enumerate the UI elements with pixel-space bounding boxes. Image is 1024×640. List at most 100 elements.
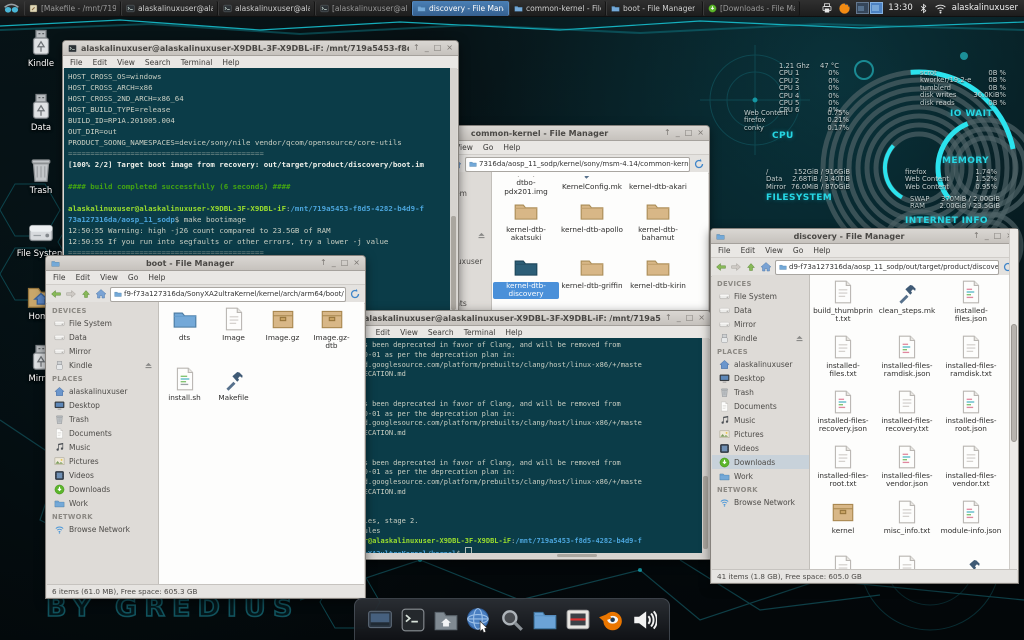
file-item[interactable]: Image.gz-dtb bbox=[307, 304, 356, 364]
taskbar-button[interactable]: [Makefile - /mnt/719a... bbox=[24, 1, 121, 16]
firefox-icon[interactable] bbox=[838, 2, 851, 15]
menu-item-edit[interactable]: Edit bbox=[71, 273, 96, 282]
file-item[interactable]: KernelConfig.mk bbox=[559, 174, 625, 196]
taskbar-button[interactable]: common-kernel - File... bbox=[509, 1, 606, 16]
home-button[interactable] bbox=[760, 261, 772, 273]
taskbar-button[interactable]: discovery - File Mana... bbox=[412, 1, 509, 16]
terminal-scrollbar[interactable] bbox=[450, 68, 457, 315]
menu-item-terminal[interactable]: Terminal bbox=[176, 58, 218, 67]
file-item[interactable]: installed-files-ramdisk.txt bbox=[939, 332, 1003, 387]
shade-button[interactable]: ↑ bbox=[973, 232, 980, 240]
file-item[interactable]: kernel-dtb-akatsuki bbox=[493, 196, 559, 252]
file-item[interactable]: Image.gz bbox=[258, 304, 307, 364]
menu-item-view[interactable]: View bbox=[760, 246, 788, 255]
sidebar-item-file-system[interactable]: File System bbox=[47, 316, 158, 330]
file-item[interactable] bbox=[939, 552, 1003, 570]
sidebar-item-music[interactable]: Music bbox=[47, 440, 158, 454]
shade-button[interactable]: ↑ bbox=[665, 314, 672, 322]
minimize-button[interactable]: _ bbox=[985, 232, 989, 240]
menu-item-edit[interactable]: Edit bbox=[371, 328, 396, 337]
menu-item-help[interactable]: Help bbox=[217, 58, 244, 67]
file-item[interactable]: dts bbox=[160, 304, 209, 364]
sidebar-item-browse-network[interactable]: Browse Network bbox=[47, 522, 158, 536]
sidebar-item-data[interactable]: Data bbox=[47, 330, 158, 344]
sidebar-item-mirror[interactable]: Mirror bbox=[712, 317, 809, 331]
forward-button[interactable] bbox=[65, 288, 77, 300]
menu-item-go[interactable]: Go bbox=[123, 273, 143, 282]
menu-item-help[interactable]: Help bbox=[500, 328, 527, 337]
titlebar[interactable]: boot - File Manager ↑_□× bbox=[46, 256, 365, 271]
menu-item-help[interactable]: Help bbox=[498, 143, 525, 152]
taskbar-button[interactable]: [Downloads - File Ma... bbox=[703, 1, 800, 16]
file-item[interactable]: Image bbox=[209, 304, 258, 364]
sidebar-item-alaskalinuxuser[interactable]: alaskalinuxuser bbox=[47, 384, 158, 398]
menu-item-file[interactable]: File bbox=[713, 246, 736, 255]
back-button[interactable] bbox=[50, 288, 62, 300]
terminal-output[interactable]: has been deprecated in favor of Clang, a… bbox=[347, 338, 709, 553]
sidebar-item-kindle[interactable]: Kindle bbox=[712, 331, 809, 345]
maximize-button[interactable]: □ bbox=[994, 232, 1002, 240]
sidebar-item-downloads[interactable]: Downloads bbox=[47, 482, 158, 496]
titlebar[interactable]: alaskalinuxuser@alaskalinuxuser-X9DBL-3F… bbox=[63, 41, 458, 56]
menu-item-view[interactable]: View bbox=[395, 328, 423, 337]
file-item[interactable]: kernel-dtb-kirin bbox=[625, 252, 691, 308]
sidebar-item-data[interactable]: Data bbox=[712, 303, 809, 317]
network-icon[interactable] bbox=[934, 2, 947, 15]
dock-show-desktop-icon[interactable] bbox=[367, 607, 393, 633]
menu-item-edit[interactable]: Edit bbox=[736, 246, 761, 255]
maximize-button[interactable]: □ bbox=[685, 129, 693, 137]
maximize-button[interactable]: □ bbox=[341, 259, 349, 267]
applications-menu-icon[interactable] bbox=[4, 1, 19, 16]
file-item[interactable]: Makefile bbox=[209, 364, 258, 424]
home-button[interactable] bbox=[95, 288, 107, 300]
sidebar-item-alaskalinuxuser[interactable]: alaskalinuxuser bbox=[712, 357, 809, 371]
file-item[interactable]: installed-files.txt bbox=[811, 332, 875, 387]
sidebar-item-mirror[interactable]: Mirror bbox=[47, 344, 158, 358]
file-item[interactable]: kernel-dtb-bahamut bbox=[625, 196, 691, 252]
sidebar-item-work[interactable]: Work bbox=[712, 469, 809, 483]
file-item[interactable]: kernel bbox=[811, 497, 875, 552]
file-item[interactable]: kernel-dtb-griffin bbox=[559, 252, 625, 308]
refresh-button[interactable] bbox=[693, 158, 705, 170]
clock[interactable]: 13:30 bbox=[888, 3, 913, 13]
dock-blender-icon[interactable] bbox=[598, 607, 624, 633]
sidebar-item-music[interactable]: Music bbox=[712, 413, 809, 427]
file-item[interactable]: kernel-dtb-akari bbox=[625, 174, 691, 196]
dock-folder-icon[interactable] bbox=[532, 607, 558, 633]
terminal-hscrollbar[interactable] bbox=[347, 553, 709, 558]
menu-item-view[interactable]: View bbox=[95, 273, 123, 282]
sidebar-item-videos[interactable]: Videos bbox=[47, 468, 158, 482]
sidebar-item-browse-network[interactable]: Browse Network bbox=[712, 495, 809, 509]
taskbar-button[interactable]: [alaskalinuxuser@ala... bbox=[315, 1, 412, 16]
sidebar-item-file-system[interactable]: File System bbox=[712, 289, 809, 303]
shade-button[interactable]: ↑ bbox=[320, 259, 327, 267]
sidebar-item-trash[interactable]: Trash bbox=[712, 385, 809, 399]
file-item[interactable]: install.sh bbox=[160, 364, 209, 424]
file-item[interactable]: installed-files-root.txt bbox=[811, 442, 875, 497]
dock-home-folder-icon[interactable] bbox=[433, 607, 459, 633]
up-button[interactable] bbox=[745, 261, 757, 273]
sidebar-item-pictures[interactable]: Pictures bbox=[712, 427, 809, 441]
eject-icon[interactable] bbox=[795, 334, 806, 343]
file-item[interactable]: installed-files-root.json bbox=[939, 387, 1003, 442]
sidebar-item-work[interactable]: Work bbox=[47, 496, 158, 510]
file-item[interactable]: installed-files-recovery.json bbox=[811, 387, 875, 442]
dock-screenshot-tool-icon[interactable] bbox=[565, 607, 591, 633]
close-button[interactable]: × bbox=[353, 259, 360, 267]
bluetooth-icon[interactable] bbox=[918, 3, 929, 14]
titlebar[interactable]: discovery - File Manager ↑_□× bbox=[711, 229, 1018, 244]
sidebar-item-downloads[interactable]: Downloads bbox=[712, 455, 809, 469]
menu-item-go[interactable]: Go bbox=[478, 143, 498, 152]
minimize-button[interactable]: _ bbox=[677, 314, 681, 322]
terminal-scrollbar[interactable] bbox=[702, 338, 709, 553]
minimize-button[interactable]: _ bbox=[676, 129, 680, 137]
titlebar[interactable]: alaskalinuxuser@alaskalinuxuser-X9DBL-3F… bbox=[346, 311, 710, 326]
taskbar-button[interactable]: boot - File Manager bbox=[606, 1, 703, 16]
sidebar-item-trash[interactable]: Trash bbox=[47, 412, 158, 426]
menu-item-file[interactable]: File bbox=[65, 58, 88, 67]
menu-item-terminal[interactable]: Terminal bbox=[459, 328, 501, 337]
file-item[interactable] bbox=[875, 552, 939, 570]
menu-item-go[interactable]: Go bbox=[788, 246, 808, 255]
file-item[interactable]: clean_steps.mk bbox=[875, 277, 939, 332]
minimize-button[interactable]: _ bbox=[425, 44, 429, 52]
